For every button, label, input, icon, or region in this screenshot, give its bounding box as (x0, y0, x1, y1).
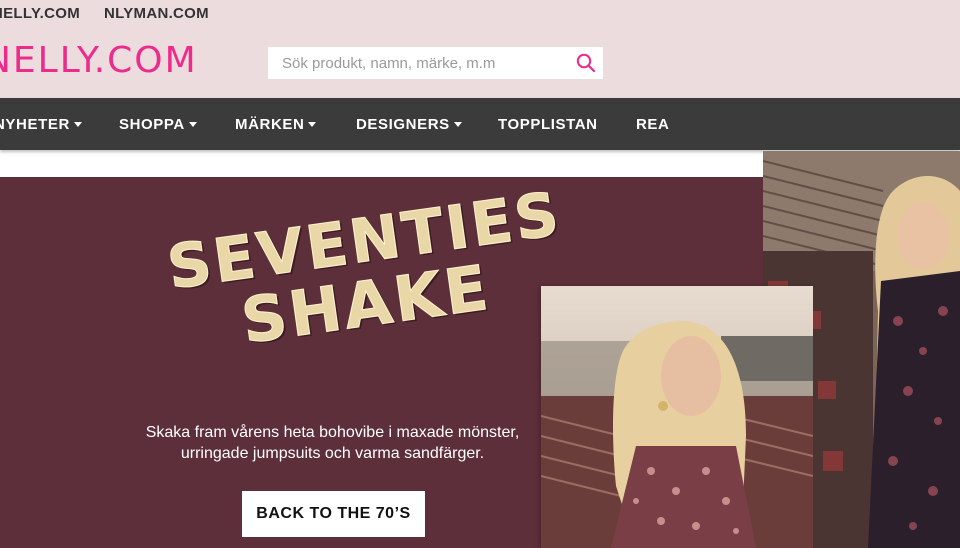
main-navigation: NYHETER SHOPPA MÄRKEN DESIGNERS TOPPLIST… (0, 98, 960, 150)
search-button[interactable] (569, 47, 603, 79)
nav-item-topplistan[interactable]: TOPPLISTAN (498, 98, 598, 150)
caret-down-icon (453, 122, 462, 127)
hero-description-line: urringade jumpsuits och varma sandfärger… (180, 445, 485, 462)
nav-item-label: REA (636, 115, 670, 133)
site-link-nelly[interactable]: NELLY.COM (0, 5, 80, 22)
caret-down-icon (188, 122, 197, 127)
site-header: NELLY.COM NLYMAN.COM NELLY.COM (0, 0, 960, 98)
nav-item-label: NYHETER (0, 115, 70, 133)
nav-item-marken[interactable]: MÄRKEN (235, 98, 317, 150)
nav-item-designers[interactable]: DESIGNERS (356, 98, 462, 150)
brand-logo[interactable]: NELLY.COM (0, 40, 198, 81)
back-to-70s-button[interactable]: BACK TO THE 70’S (242, 491, 425, 537)
hero-description: Skaka fram vårens heta bohovibe i maxade… (60, 422, 605, 464)
hero-description-line: Skaka fram vårens heta bohovibe i maxade… (145, 424, 520, 441)
hero-title: SEVENTIES SHAKE (158, 179, 574, 364)
caret-down-icon (73, 122, 82, 127)
search-bar (268, 47, 603, 79)
site-switcher: NELLY.COM NLYMAN.COM (0, 5, 209, 22)
nav-item-label: SHOPPA (119, 115, 185, 133)
nav-item-label: MÄRKEN (235, 115, 305, 133)
nav-item-nyheter[interactable]: NYHETER (0, 98, 82, 150)
caret-down-icon (308, 122, 317, 127)
nav-item-shoppa[interactable]: SHOPPA (119, 98, 197, 150)
nav-item-label: TOPPLISTAN (498, 115, 598, 133)
site-link-nlyman[interactable]: NLYMAN.COM (104, 5, 209, 22)
search-input[interactable] (268, 47, 569, 79)
nav-item-label: DESIGNERS (356, 115, 450, 133)
nav-item-rea[interactable]: REA (636, 98, 669, 150)
search-icon (576, 53, 596, 73)
campaign-photo-sitting-model[interactable] (541, 286, 813, 548)
